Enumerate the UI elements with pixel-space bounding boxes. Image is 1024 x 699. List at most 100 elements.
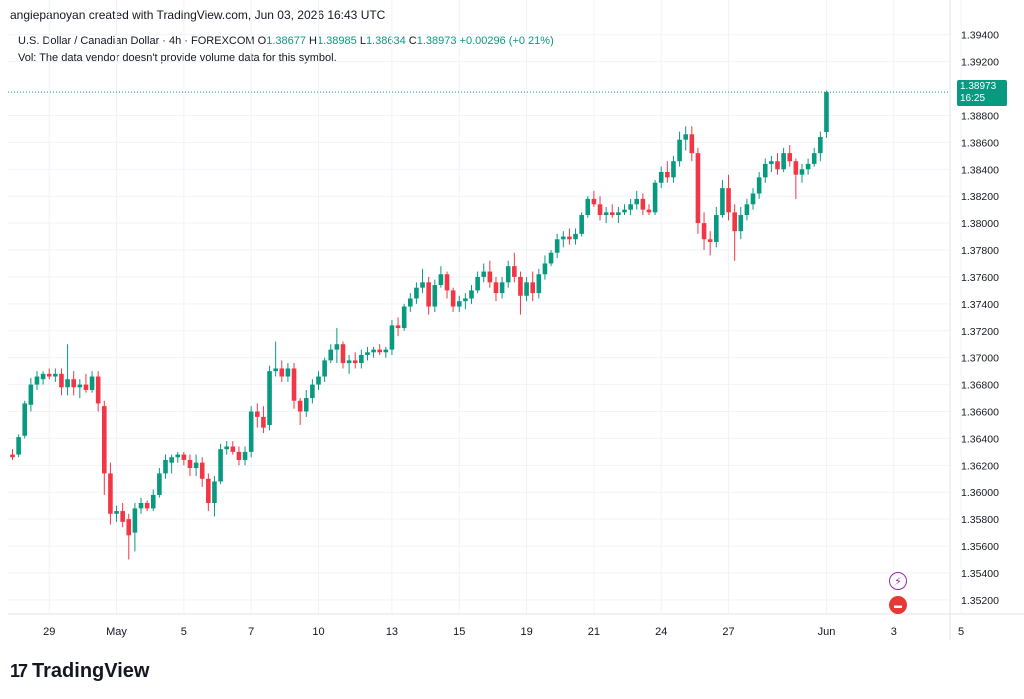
candle-body: [732, 212, 737, 232]
candle-body: [279, 368, 285, 377]
candle-body: [53, 373, 58, 377]
candle-body: [175, 454, 181, 458]
candle-body: [236, 451, 242, 460]
candle-body: [818, 136, 823, 154]
candle-body: [793, 161, 799, 175]
candle-body: [126, 519, 132, 536]
candle-body: [248, 411, 254, 452]
candle-body: [573, 233, 578, 240]
candle-body: [787, 153, 793, 162]
candle-body: [218, 449, 223, 482]
candle-body: [444, 274, 450, 291]
x-tick-label: Jun: [818, 626, 836, 638]
candle-body: [512, 266, 517, 277]
candle-body: [40, 373, 46, 380]
y-tick-label: 1.37000: [961, 353, 999, 365]
candle-body: [456, 301, 462, 307]
x-tick-label: 27: [722, 626, 734, 638]
lightning-icon[interactable]: ⚡: [889, 572, 907, 590]
candle-body: [762, 163, 768, 178]
candle-body: [426, 282, 431, 307]
candle-body: [389, 325, 395, 350]
candle-body: [634, 198, 640, 205]
candle-body: [701, 223, 707, 240]
candle-body: [285, 368, 291, 377]
candle-body: [579, 215, 584, 234]
candle-body: [346, 360, 352, 364]
y-tick-label: 1.38000: [961, 218, 999, 230]
candle-body: [71, 379, 76, 388]
candle-body: [499, 282, 505, 294]
candle-body: [169, 457, 174, 463]
candle-body: [273, 368, 278, 372]
candle-body: [261, 416, 266, 428]
candle-body: [622, 209, 627, 213]
chart-area[interactable]: 1.39400 1.39200 1.38800 1.38600 1.38400 1.382…: [8, 0, 1024, 640]
x-tick-label: 24: [655, 626, 667, 638]
candle-body: [799, 169, 805, 175]
candle-body: [157, 473, 162, 495]
us-flag-icon[interactable]: ▬: [889, 596, 907, 614]
candle-body: [59, 373, 64, 388]
candle-body: [303, 398, 309, 412]
x-tick-label: 15: [453, 626, 465, 638]
candlestick-chart[interactable]: 1.39400 1.39200 1.38800 1.38600 1.38400 1.382…: [8, 0, 1024, 640]
candle-body: [340, 344, 346, 364]
candle-body: [548, 252, 554, 264]
candle-body: [297, 400, 303, 412]
candle-body: [487, 271, 493, 283]
candle-body: [781, 153, 786, 170]
candle-body: [652, 182, 658, 213]
candle-body: [408, 298, 413, 307]
candle-body: [193, 462, 199, 469]
y-tick-label: 1.38800: [961, 110, 999, 122]
x-tick-label: 21: [588, 626, 600, 638]
y-tick-label: 1.36400: [961, 433, 999, 445]
candle-body: [359, 354, 364, 364]
y-tick-label: 1.38200: [961, 191, 999, 203]
candle-body: [16, 437, 21, 455]
candle-body: [707, 239, 713, 242]
y-tick-label: 1.35600: [961, 541, 999, 553]
x-tick-label: 5: [958, 626, 964, 638]
candle-body: [683, 134, 688, 140]
candle-body: [132, 508, 138, 533]
candle-body: [352, 360, 358, 364]
candle-body: [120, 511, 125, 522]
candle-body: [212, 481, 217, 504]
candle-body: [463, 298, 468, 302]
candle-body: [83, 384, 89, 390]
candle-body: [450, 290, 456, 307]
candle-body: [181, 454, 187, 460]
candle-body: [199, 462, 205, 479]
candle-body: [530, 282, 535, 294]
candle-body: [102, 406, 107, 474]
candle-body: [310, 384, 315, 399]
candle-body: [805, 163, 811, 170]
candle-body: [628, 204, 633, 210]
candle-body: [738, 215, 744, 232]
tradingview-logo: 17 TradingView: [10, 660, 149, 682]
candle-body: [567, 236, 572, 240]
candle-body: [255, 411, 260, 417]
candle-body: [469, 290, 474, 299]
candle-body: [518, 276, 523, 296]
candle-body: [597, 204, 603, 216]
candle-body: [756, 177, 762, 194]
y-tick-label: 1.39200: [961, 57, 999, 69]
candle-body: [334, 344, 340, 350]
y-tick-label: 1.36600: [961, 407, 999, 419]
current-price-value: 1.38973: [960, 81, 997, 92]
x-tick-label: 13: [386, 626, 398, 638]
x-tick-label: 10: [312, 626, 324, 638]
candle-body: [365, 352, 370, 355]
candle-body: [267, 371, 272, 425]
candle-body: [524, 282, 529, 296]
candle-body: [609, 212, 615, 216]
candle-body: [591, 198, 597, 205]
y-tick-label: 1.38400: [961, 164, 999, 176]
candle-body: [585, 198, 591, 216]
candle-body: [95, 376, 101, 404]
candle-body: [720, 188, 725, 216]
candle-body: [665, 171, 670, 178]
